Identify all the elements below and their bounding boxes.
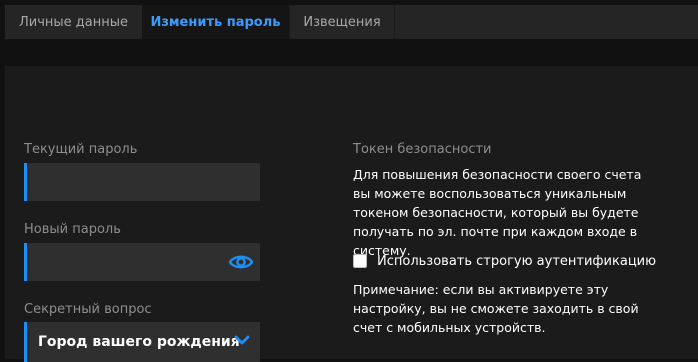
strong-auth-label[interactable]: Использовать строгую аутентификацию [377, 253, 656, 271]
eye-icon[interactable] [228, 252, 254, 272]
chevron-down-icon [234, 335, 250, 345]
secret-question-select[interactable]: Город вашего рождения [24, 322, 260, 362]
strong-auth-checkbox[interactable] [353, 254, 367, 268]
tab-change-password[interactable]: Изменить пароль [142, 5, 289, 39]
current-password-field[interactable] [24, 163, 260, 201]
tab-personal-data[interactable]: Личные данные [5, 5, 142, 39]
mobile-note: Примечание: если вы активируете эту наст… [353, 282, 639, 335]
tab-bar: Личные данные Изменить пароль Извещения [5, 5, 698, 39]
secret-question-value: Город вашего рождения [38, 334, 240, 350]
security-token-description: Для повышения безопасности своего счета … [353, 167, 642, 258]
security-token-title: Токен безопасности [353, 142, 492, 157]
new-password-field[interactable] [24, 243, 260, 281]
current-password-label: Текущий пароль [24, 142, 138, 157]
tab-notifications[interactable]: Извещения [290, 5, 394, 39]
new-password-label: Новый пароль [24, 222, 121, 237]
tab-divider [394, 5, 395, 39]
secret-question-label: Секретный вопрос [24, 302, 152, 317]
